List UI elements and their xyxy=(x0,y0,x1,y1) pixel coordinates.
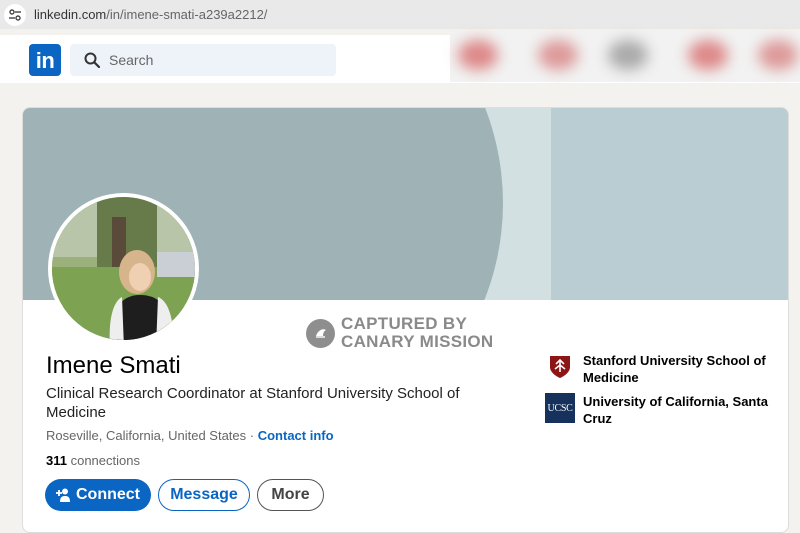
profile-card: CAPTURED BY CANARY MISSION Imene Smati C… xyxy=(22,107,789,533)
search-box[interactable] xyxy=(70,44,336,76)
url-host: linkedin.com xyxy=(34,7,107,22)
blurred-nav-item xyxy=(608,40,648,70)
education-name: University of California, Santa Cruz xyxy=(583,394,768,426)
connect-label: Connect xyxy=(76,486,140,503)
blurred-nav-item xyxy=(688,40,728,70)
contact-info-link[interactable]: Contact info xyxy=(258,428,334,443)
education-name: Stanford University School of Medicine xyxy=(583,353,766,385)
url-path: /in/imene-smati-a239a2212/ xyxy=(106,7,268,22)
location-row: Roseville, California, United States · C… xyxy=(46,428,334,443)
url-text[interactable]: linkedin.com/in/imene-smati-a239a2212/ xyxy=(34,7,267,22)
canary-mission-watermark: CAPTURED BY CANARY MISSION xyxy=(306,315,494,351)
search-icon xyxy=(84,52,100,68)
more-button[interactable]: More xyxy=(257,479,324,511)
ucsc-logo-icon: UCSC xyxy=(545,393,575,423)
add-person-icon xyxy=(56,488,70,502)
profile-photo[interactable] xyxy=(48,193,199,344)
watermark-line-1: CAPTURED BY xyxy=(341,314,468,333)
search-input[interactable] xyxy=(109,52,309,68)
blurred-nav-item xyxy=(758,40,798,70)
connections-number: 311 xyxy=(46,453,67,468)
blurred-nav-icons xyxy=(450,32,800,82)
connect-button[interactable]: Connect xyxy=(45,479,151,511)
profile-headline: Clinical Research Coordinator at Stanfor… xyxy=(46,385,460,421)
connections-label: connections xyxy=(66,453,140,468)
connections-count[interactable]: 311 connections xyxy=(46,453,140,468)
profile-photo-image xyxy=(52,197,195,340)
education-item-ucsc[interactable]: UCSC University of California, Santa Cru… xyxy=(545,393,773,427)
watermark-line-2: CANARY MISSION xyxy=(341,332,494,351)
profile-location: Roseville, California, United States xyxy=(46,428,247,443)
stanford-shield-icon xyxy=(545,352,575,382)
ucsc-logo-text: UCSC xyxy=(547,402,573,414)
message-button[interactable]: Message xyxy=(158,479,250,511)
location-separator: · xyxy=(246,428,258,443)
linkedin-logo[interactable]: in xyxy=(29,44,61,76)
education-item-stanford[interactable]: Stanford University School of Medicine xyxy=(545,352,773,386)
profile-name: Imene Smati xyxy=(46,352,181,379)
blurred-nav-item xyxy=(538,40,578,70)
site-settings-icon[interactable] xyxy=(4,3,26,26)
blurred-nav-item xyxy=(458,40,498,70)
browser-url-bar[interactable]: linkedin.com/in/imene-smati-a239a2212/ xyxy=(0,0,800,29)
bird-icon xyxy=(306,318,335,348)
